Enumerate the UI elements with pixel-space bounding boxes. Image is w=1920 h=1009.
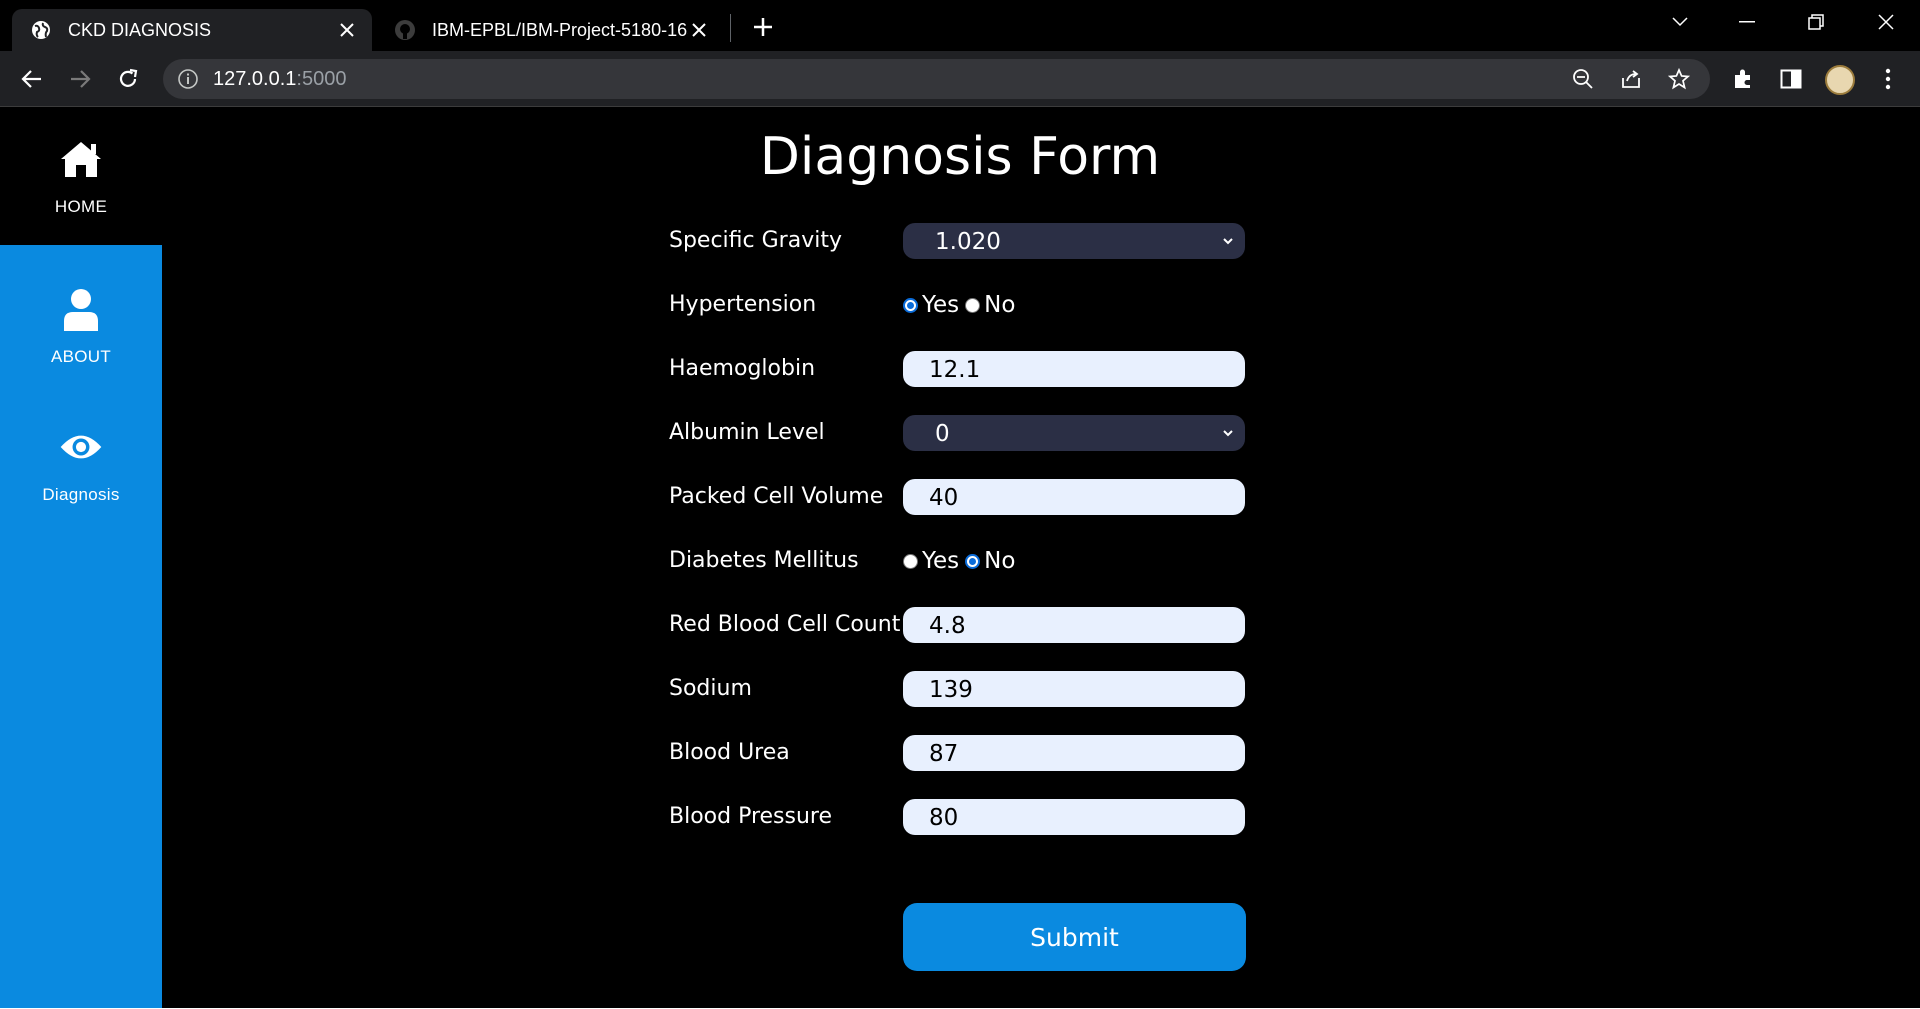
sidebar-item-label: Diagnosis [42, 485, 120, 504]
field-label: Specific Gravity [669, 228, 842, 253]
field-label: Sodium [669, 676, 752, 701]
blood-pressure-input[interactable]: 80 [903, 799, 1245, 835]
diabetes-no-radio[interactable] [965, 553, 981, 569]
browser-menu-icon[interactable] [1874, 65, 1902, 93]
site-info-icon[interactable] [177, 68, 199, 90]
tab-search-chevron-icon[interactable] [1660, 6, 1700, 38]
new-tab-button[interactable] [748, 12, 778, 42]
eye-icon [59, 425, 103, 469]
side-panel-icon[interactable] [1777, 65, 1805, 93]
radio-label: Yes [922, 292, 960, 318]
browser-toolbar: 127.0.0.1:5000 [0, 51, 1920, 107]
tab-title: IBM-EPBL/IBM-Project-5180-165 [432, 19, 688, 40]
field-label: Red Blood Cell Count [669, 612, 901, 637]
share-icon[interactable] [1620, 68, 1642, 90]
restore-window-icon[interactable] [1796, 6, 1836, 38]
hypertension-no-radio[interactable] [965, 297, 981, 313]
sidebar-item-label: ABOUT [50, 347, 112, 366]
field-label: Blood Pressure [669, 804, 833, 829]
diabetes-mellitus-row: Diabetes Mellitus Yes No [669, 543, 1249, 579]
selected-value: 1.020 [935, 229, 1001, 255]
radio-label: No [984, 548, 1016, 574]
back-arrow-icon[interactable] [16, 63, 48, 95]
field-label: Albumin Level [669, 420, 825, 445]
hypertension-row: Hypertension Yes No [669, 287, 1249, 323]
url-text: 127.0.0.1:5000 [213, 68, 347, 90]
radio-label: No [984, 292, 1016, 318]
tab-title: CKD DIAGNOSIS [68, 19, 212, 40]
blood-urea-row: Blood Urea 87 [669, 735, 1249, 771]
specific-gravity-row: Specific Gravity 1.020 [669, 223, 1249, 259]
field-label: Hypertension [669, 292, 817, 317]
tab-github-project[interactable]: IBM-EPBL/IBM-Project-5180-165 [376, 9, 724, 51]
chevron-down-icon [1223, 430, 1233, 437]
extensions-puzzle-icon[interactable] [1729, 65, 1757, 93]
address-bar[interactable]: 127.0.0.1:5000 [163, 59, 1710, 99]
hypertension-yes-radio[interactable] [903, 297, 918, 313]
hypertension-radio-group: Yes No [903, 287, 1021, 323]
chevron-down-icon [1223, 238, 1233, 245]
red-blood-cell-count-row: Red Blood Cell Count 4.8 [669, 607, 1249, 643]
red-blood-cell-count-input[interactable]: 4.8 [903, 607, 1245, 643]
selected-value: 0 [935, 421, 950, 447]
haemoglobin-input[interactable]: 12.1 [903, 351, 1245, 387]
tab-divider [730, 14, 731, 42]
zoom-out-icon[interactable] [1572, 68, 1594, 90]
packed-cell-volume-input[interactable]: 40 [903, 479, 1245, 515]
sidebar-item-diagnosis[interactable]: Diagnosis [0, 395, 162, 533]
browser-tab-bar: CKD DIAGNOSIS IBM-EPBL/IBM-Project-5180-… [0, 0, 1920, 51]
sidebar-item-about[interactable]: ABOUT [0, 257, 162, 395]
sidebar-item-home[interactable]: HOME [0, 107, 162, 245]
radio-label: Yes [922, 548, 960, 574]
close-tab-icon[interactable] [336, 19, 358, 41]
bookmark-star-icon[interactable] [1668, 68, 1690, 90]
diabetes-yes-radio[interactable] [903, 553, 918, 569]
albumin-level-row: Albumin Level 0 [669, 415, 1249, 451]
field-label: Blood Urea [669, 740, 790, 765]
blood-urea-input[interactable]: 87 [903, 735, 1245, 771]
reload-icon[interactable] [112, 63, 144, 95]
profile-avatar[interactable] [1825, 65, 1855, 95]
home-icon [59, 137, 103, 181]
diabetes-mellitus-radio-group: Yes No [903, 543, 1021, 579]
field-label: Haemoglobin [669, 356, 816, 381]
forward-arrow-icon[interactable] [64, 63, 96, 95]
minimize-window-icon[interactable] [1727, 6, 1767, 38]
field-label: Diabetes Mellitus [669, 548, 859, 573]
sidebar: HOME ABOUT Diagnosis [0, 107, 162, 1008]
sidebar-item-label: HOME [54, 197, 108, 216]
page-content: HOME ABOUT Diagnosis Diagnosis Form Spec… [0, 107, 1920, 1009]
field-label: Packed Cell Volume [669, 484, 884, 509]
sodium-row: Sodium 139 [669, 671, 1249, 707]
specific-gravity-select[interactable]: 1.020 [903, 223, 1245, 259]
globe-icon [30, 19, 52, 41]
submit-button[interactable]: Submit [903, 903, 1246, 971]
packed-cell-volume-row: Packed Cell Volume 40 [669, 479, 1249, 515]
sodium-input[interactable]: 139 [903, 671, 1245, 707]
blood-pressure-row: Blood Pressure 80 [669, 799, 1249, 835]
close-tab-icon[interactable] [688, 19, 710, 41]
form-title: Diagnosis Form [759, 127, 1161, 187]
tab-ckd-diagnosis[interactable]: CKD DIAGNOSIS [12, 9, 372, 51]
user-icon [59, 287, 103, 331]
albumin-level-select[interactable]: 0 [903, 415, 1245, 451]
close-window-icon[interactable] [1866, 6, 1906, 38]
github-icon [394, 19, 416, 41]
haemoglobin-row: Haemoglobin 12.1 [669, 351, 1249, 387]
